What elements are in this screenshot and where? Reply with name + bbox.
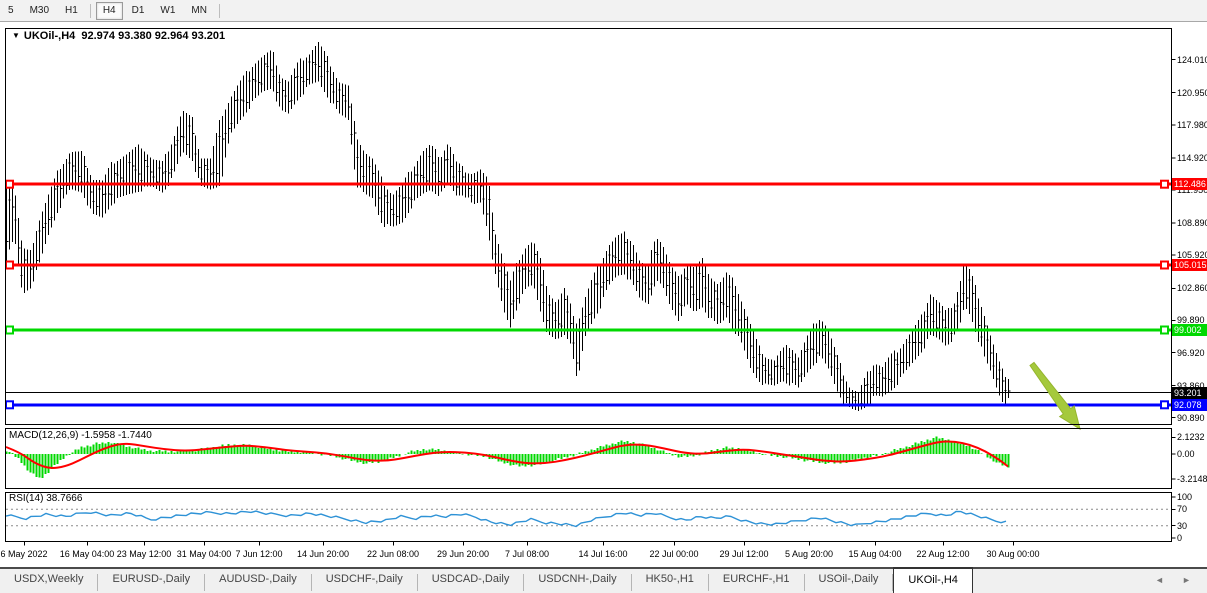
tab-eurchf-h1[interactable]: EURCHF-,H1 xyxy=(709,569,804,593)
tab-audusd-daily[interactable]: AUDUSD-,Daily xyxy=(205,569,311,593)
chart-ohlc-values: 92.974 93.380 92.964 93.201 xyxy=(81,30,225,42)
price-tick-label: 114.920 xyxy=(1177,153,1207,163)
date-tick-label: 7 Jun 12:00 xyxy=(235,549,282,559)
hline-price-label-99-002: 99.002 xyxy=(1172,324,1207,336)
rsi-tick-label: 70 xyxy=(1177,504,1187,514)
price-tick-label: 102.860 xyxy=(1177,283,1207,293)
tab-usdcnh-daily[interactable]: USDCNH-,Daily xyxy=(524,569,630,593)
timeframe-button-mn[interactable]: MN xyxy=(184,2,214,20)
date-tick-label: 29 Jun 20:00 xyxy=(437,549,489,559)
chart-title: ▼ UKOil-,H4 92.974 93.380 92.964 93.201 xyxy=(12,30,225,42)
date-tick-label: 15 Aug 04:00 xyxy=(848,549,901,559)
timeframe-button-w1[interactable]: W1 xyxy=(153,2,182,20)
timeframe-button-h4[interactable]: H4 xyxy=(96,2,123,20)
tab-usdx-weekly[interactable]: USDX,Weekly xyxy=(0,569,97,593)
hline-price-label-112-486: 112.486 xyxy=(1172,178,1207,190)
tab-scroll-right-icon[interactable]: ► xyxy=(1182,575,1191,585)
hline-price-label-92-078: 92.078 xyxy=(1172,399,1207,411)
rsi-tick-label: 0 xyxy=(1177,533,1182,543)
toolbar-separator xyxy=(219,4,220,18)
tab-scroll-left-icon[interactable]: ◄ xyxy=(1155,575,1164,585)
macd-main-value: -1.5958 xyxy=(81,430,115,441)
hline-price-label-105-015: 105.015 xyxy=(1172,259,1207,271)
macd-tick-label: -3.2148 xyxy=(1177,474,1207,484)
tab-usdcad-daily[interactable]: USDCAD-,Daily xyxy=(418,569,524,593)
timeframe-toolbar: 5M30H1 H4D1W1MN xyxy=(0,0,1207,22)
macd-indicator-label: MACD(12,26,9) -1.5958 -1.7440 xyxy=(9,430,152,441)
macd-tick-label: 0.00 xyxy=(1177,449,1195,459)
tab-eurusd-daily[interactable]: EURUSD-,Daily xyxy=(98,569,204,593)
price-tick-label: 96.920 xyxy=(1177,348,1205,358)
macd-tick-label: 2.1232 xyxy=(1177,432,1205,442)
rsi-value: 38.7666 xyxy=(46,493,82,504)
date-tick-label: 22 Jun 08:00 xyxy=(367,549,419,559)
tab-ukoil-h4[interactable]: UKOil-,H4 xyxy=(893,567,973,593)
date-tick-label: 16 May 04:00 xyxy=(60,549,115,559)
price-tick-label: 108.890 xyxy=(1177,218,1207,228)
date-tick-label: 22 Jul 00:00 xyxy=(649,549,698,559)
chart-symbol-label: UKOil-,H4 xyxy=(24,30,75,42)
date-tick-label: 29 Jul 12:00 xyxy=(719,549,768,559)
timeframe-button-m30[interactable]: M30 xyxy=(23,2,56,20)
rsi-tick-label: 30 xyxy=(1177,521,1187,531)
price-chart-panel[interactable] xyxy=(5,28,1171,424)
rsi-tick-label: 100 xyxy=(1177,492,1192,502)
rsi-panel[interactable] xyxy=(5,492,1171,541)
timeframe-button-h1[interactable]: H1 xyxy=(58,2,85,20)
hline-price-label-93-201: 93.201 xyxy=(1172,387,1207,399)
date-tick-label: 5 Aug 20:00 xyxy=(785,549,833,559)
date-tick-label: 30 Aug 00:00 xyxy=(986,549,1039,559)
date-tick-label: 22 Aug 12:00 xyxy=(916,549,969,559)
tab-hk50-h1[interactable]: HK50-,H1 xyxy=(632,569,708,593)
date-tick-label: 14 Jul 16:00 xyxy=(578,549,627,559)
rsi-indicator-label: RSI(14) 38.7666 xyxy=(9,493,82,504)
timeframe-button-d1[interactable]: D1 xyxy=(125,2,152,20)
date-tick-label: 23 May 12:00 xyxy=(117,549,172,559)
date-tick-label: 7 Jul 08:00 xyxy=(505,549,549,559)
chart-tab-bar: USDX,WeeklyEURUSD-,DailyAUDUSD-,DailyUSD… xyxy=(0,567,1207,593)
date-tick-label: 14 Jun 20:00 xyxy=(297,549,349,559)
date-tick-label: 6 May 2022 xyxy=(0,549,47,559)
tab-usoil-daily[interactable]: USOil-,Daily xyxy=(805,569,893,593)
mt4-chart-window: 5M30H1 H4D1W1MN ▼ UKOil-,H4 92.974 93.380 … xyxy=(0,0,1207,593)
price-tick-label: 124.010 xyxy=(1177,55,1207,65)
price-tick-label: 90.890 xyxy=(1177,413,1205,423)
symbol-dropdown-icon: ▼ xyxy=(12,31,20,40)
price-tick-label: 120.950 xyxy=(1177,88,1207,98)
price-tick-label: 117.980 xyxy=(1177,120,1207,130)
timeframe-button-5[interactable]: 5 xyxy=(1,2,21,20)
tab-usdchf-daily[interactable]: USDCHF-,Daily xyxy=(312,569,417,593)
date-tick-label: 31 May 04:00 xyxy=(177,549,232,559)
toolbar-separator xyxy=(90,4,91,18)
macd-signal-value: -1.7440 xyxy=(118,430,152,441)
macd-panel[interactable] xyxy=(5,428,1171,488)
